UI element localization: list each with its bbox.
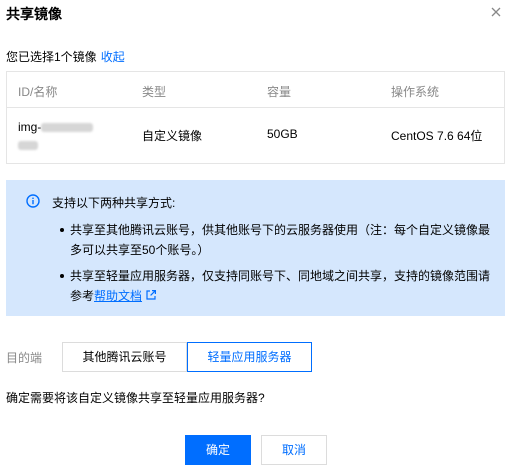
- header-type: 类型: [142, 85, 167, 99]
- image-id-prefix: img-: [18, 120, 42, 134]
- image-type-cell: 自定义镜像: [142, 129, 203, 143]
- close-button[interactable]: [489, 5, 503, 19]
- destination-option-tencent-account[interactable]: 其他腾讯云账号: [62, 342, 187, 372]
- image-table: ID/名称 类型 容量 操作系统 img- 自定义镜像 50GB CentOS …: [6, 71, 505, 164]
- header-id-name: ID/名称: [18, 85, 58, 99]
- image-capacity-cell: 50GB: [267, 127, 298, 141]
- cancel-button[interactable]: 取消: [261, 435, 327, 465]
- collapse-link[interactable]: 收起: [101, 50, 125, 64]
- external-link-icon[interactable]: [145, 289, 157, 301]
- info-list: 共享至其他腾讯云账号，供其他账号下的云服务器使用（注：每个自定义镜像最多可以共享…: [60, 220, 492, 312]
- destination-option-lighthouse[interactable]: 轻量应用服务器: [187, 342, 312, 372]
- info-item-share-lighthouse: 共享至轻量应用服务器，仅支持同账号下、同地域之间共享，支持的镜像范围请参考帮助文…: [60, 266, 492, 306]
- header-capacity: 容量: [267, 85, 292, 99]
- selected-count-line: 您已选择1个镜像 收起: [6, 48, 125, 65]
- confirm-question: 确定需要将该自定义镜像共享至轻量应用服务器?: [6, 391, 265, 405]
- ok-button[interactable]: 确定: [185, 435, 251, 465]
- destination-label: 目的端: [6, 351, 43, 365]
- table-row: img- 自定义镜像 50GB CentOS 7.6 64位: [7, 108, 504, 164]
- image-id-cell: img-: [18, 118, 94, 154]
- info-heading: 支持以下两种共享方式:: [52, 196, 176, 210]
- redacted-name: [18, 141, 38, 151]
- info-box: 支持以下两种共享方式: 共享至其他腾讯云账号，供其他账号下的云服务器使用（注：每…: [6, 180, 505, 316]
- help-doc-link[interactable]: 帮助文档: [94, 289, 142, 303]
- info-icon: [26, 194, 40, 208]
- dialog-title: 共享镜像: [6, 6, 62, 22]
- info-item-share-account: 共享至其他腾讯云账号，供其他账号下的云服务器使用（注：每个自定义镜像最多可以共享…: [60, 220, 492, 260]
- header-os: 操作系统: [391, 85, 440, 99]
- redacted-id: [41, 123, 94, 133]
- close-icon: [491, 7, 501, 17]
- image-os-cell: CentOS 7.6 64位: [391, 129, 483, 143]
- selected-count-text: 您已选择1个镜像: [6, 50, 97, 64]
- table-header: ID/名称 类型 容量 操作系统: [7, 72, 504, 108]
